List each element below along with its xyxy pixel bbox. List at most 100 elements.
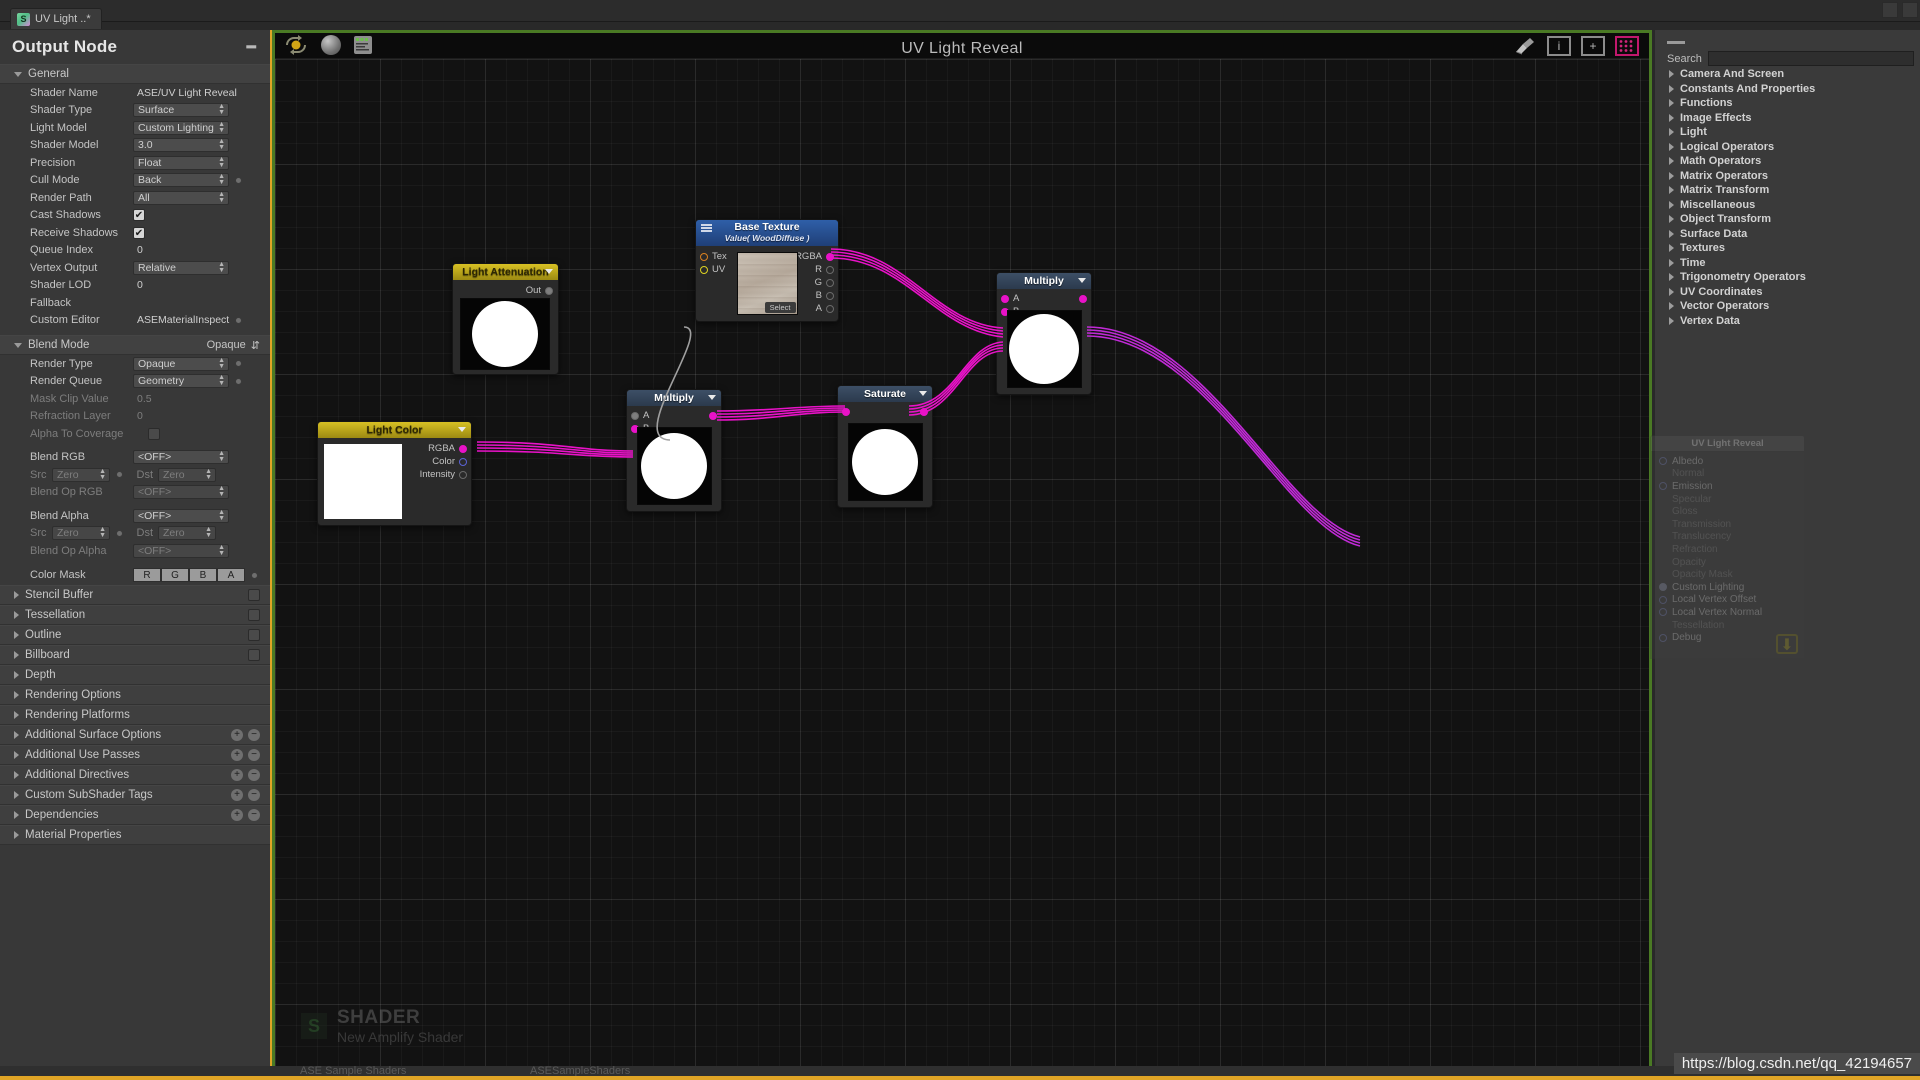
master-port-emission[interactable]: Emission bbox=[1651, 480, 1804, 493]
remove-icon[interactable]: − bbox=[248, 808, 260, 821]
port-pin[interactable] bbox=[709, 411, 717, 420]
port-intensity[interactable]: Intensity bbox=[391, 468, 467, 481]
port-pin[interactable] bbox=[700, 265, 708, 274]
port-pin[interactable] bbox=[1659, 482, 1667, 491]
port-pin[interactable] bbox=[1659, 621, 1667, 629]
node-base-texture[interactable]: Base Texture Value( WoodDiffuse ) Tex UV bbox=[695, 219, 839, 322]
palette-item-math-operators[interactable]: Math Operators bbox=[1655, 154, 1920, 169]
master-port-local-vertex-offset[interactable]: Local Vertex Offset bbox=[1651, 594, 1804, 607]
palette-item-vertex-data[interactable]: Vertex Data bbox=[1655, 314, 1920, 329]
port-pin[interactable] bbox=[1659, 571, 1667, 579]
port-pin[interactable] bbox=[459, 444, 467, 453]
master-port-refraction[interactable]: Refraction bbox=[1651, 543, 1804, 556]
node-multiply-1[interactable]: Multiply A B bbox=[626, 389, 722, 512]
palette-item-matrix-operators[interactable]: Matrix Operators bbox=[1655, 169, 1920, 184]
palette-item-image-effects[interactable]: Image Effects bbox=[1655, 111, 1920, 126]
queue-index-field[interactable]: 0 bbox=[133, 243, 243, 257]
palette-item-camera-and-screen[interactable]: Camera And Screen bbox=[1655, 67, 1920, 82]
master-port-tessellation[interactable]: Tessellation bbox=[1651, 619, 1804, 632]
port-rgba[interactable]: RGBA bbox=[391, 442, 467, 455]
row-fallback[interactable]: Fallback bbox=[0, 294, 270, 312]
shader-type-dropdown[interactable]: Surface ▲ ▼ bbox=[133, 103, 229, 118]
port-pin[interactable] bbox=[700, 252, 708, 261]
port-a[interactable]: A bbox=[1001, 292, 1019, 305]
palette-item-logical-operators[interactable]: Logical Operators bbox=[1655, 140, 1920, 155]
port-pin[interactable] bbox=[826, 252, 834, 261]
port-out[interactable] bbox=[709, 409, 717, 422]
port-pin[interactable] bbox=[1001, 294, 1009, 303]
row-render-queue[interactable]: Render Queue Geometry ▲ ▼ bbox=[0, 373, 270, 391]
render-queue-dropdown[interactable]: Geometry ▲ ▼ bbox=[133, 374, 229, 389]
blend-rgb-dropdown[interactable]: <OFF> ▲ ▼ bbox=[133, 450, 229, 465]
port-in[interactable] bbox=[842, 405, 850, 418]
row-shader-type[interactable]: Shader Type Surface ▲ ▼ bbox=[0, 102, 270, 120]
add-icon[interactable]: + bbox=[231, 748, 243, 761]
section-rendering-options[interactable]: Rendering Options bbox=[0, 684, 270, 705]
row-cull-mode[interactable]: Cull Mode Back ▲ ▼ bbox=[0, 172, 270, 190]
port-pin[interactable] bbox=[1659, 495, 1667, 503]
menu-icon[interactable] bbox=[701, 224, 712, 232]
port-uv[interactable]: UV bbox=[700, 263, 727, 276]
port-tex[interactable]: Tex bbox=[700, 250, 727, 263]
row-light-model[interactable]: Light Model Custom Lighting ▲ ▼ bbox=[0, 119, 270, 137]
add-icon[interactable]: + bbox=[231, 788, 243, 801]
palette-item-textures[interactable]: Textures bbox=[1655, 241, 1920, 256]
blend-alpha-dropdown[interactable]: <OFF> ▲ ▼ bbox=[133, 508, 229, 523]
port-toggle-dot[interactable] bbox=[235, 360, 242, 368]
section-stencil-buffer[interactable]: Stencil Buffer bbox=[0, 584, 270, 605]
select-button[interactable]: Select bbox=[764, 302, 796, 313]
node-header[interactable]: Base Texture Value( WoodDiffuse ) bbox=[696, 220, 838, 246]
render-type-dropdown[interactable]: Opaque ▲ ▼ bbox=[133, 356, 229, 371]
master-port-normal[interactable]: Normal bbox=[1651, 468, 1804, 481]
color-mask-a[interactable]: A bbox=[217, 568, 245, 582]
shader-name-field[interactable]: ASE/UV Light Reveal bbox=[133, 86, 243, 100]
receive-shadows-checkbox[interactable]: ✔ bbox=[133, 226, 145, 239]
node-multiply-2[interactable]: Multiply A B bbox=[996, 272, 1092, 395]
remove-icon[interactable]: − bbox=[248, 788, 260, 801]
color-mask-g[interactable]: G bbox=[161, 568, 189, 582]
color-mask-b[interactable]: B bbox=[189, 568, 217, 582]
port-pin[interactable] bbox=[1659, 608, 1667, 617]
port-pin[interactable] bbox=[1079, 294, 1087, 303]
master-port-opacity-mask[interactable]: Opacity Mask bbox=[1651, 568, 1804, 581]
palette-item-uv-coordinates[interactable]: UV Coordinates bbox=[1655, 285, 1920, 300]
blend-mode-value[interactable]: Opaque ⇵ bbox=[207, 339, 260, 352]
master-port-translucency[interactable]: Translucency bbox=[1651, 531, 1804, 544]
palette-item-functions[interactable]: Functions bbox=[1655, 96, 1920, 111]
palette-search-row[interactable]: Search bbox=[1655, 50, 1920, 67]
section-toggle-checkbox[interactable] bbox=[248, 628, 260, 641]
panel-grip-icon[interactable] bbox=[1667, 41, 1685, 44]
section-additional-directives[interactable]: Additional Directives + − bbox=[0, 764, 270, 785]
node-saturate[interactable]: Saturate bbox=[837, 385, 933, 508]
port-pin[interactable] bbox=[1659, 583, 1667, 592]
remove-icon[interactable]: − bbox=[248, 768, 260, 781]
shader-lod-field[interactable]: 0 bbox=[133, 278, 243, 292]
node-header[interactable]: Light Color bbox=[318, 422, 471, 438]
row-blend-alpha[interactable]: Blend Alpha <OFF> ▲ ▼ bbox=[0, 507, 270, 525]
port-pin[interactable] bbox=[826, 265, 834, 274]
port-pin[interactable] bbox=[1659, 558, 1667, 566]
row-precision[interactable]: Precision Float ▲ ▼ bbox=[0, 154, 270, 172]
chevron-down-icon[interactable] bbox=[919, 391, 927, 396]
download-icon[interactable]: ⬇ bbox=[1776, 633, 1798, 654]
node-light-color[interactable]: Light Color RGBA Color Intensity bbox=[317, 421, 472, 526]
light-model-dropdown[interactable]: Custom Lighting ▲ ▼ bbox=[133, 120, 229, 135]
palette-item-matrix-transform[interactable]: Matrix Transform bbox=[1655, 183, 1920, 198]
vertex-output-dropdown[interactable]: Relative ▲ ▼ bbox=[133, 260, 229, 275]
section-toggle-checkbox[interactable] bbox=[248, 608, 260, 621]
chevron-down-icon[interactable] bbox=[708, 395, 716, 400]
master-port-transmission[interactable]: Transmission bbox=[1651, 518, 1804, 531]
port-pin[interactable] bbox=[459, 470, 467, 479]
fallback-field[interactable] bbox=[133, 296, 243, 310]
custom-editor-field[interactable]: ASEMaterialInspect bbox=[133, 313, 229, 327]
add-icon[interactable]: + bbox=[231, 768, 243, 781]
port-toggle-dot[interactable] bbox=[235, 176, 242, 184]
port-color[interactable]: Color bbox=[391, 455, 467, 468]
master-port-opacity[interactable]: Opacity bbox=[1651, 556, 1804, 569]
minus-icon[interactable]: ━ bbox=[247, 40, 256, 55]
port-pin[interactable] bbox=[826, 278, 834, 287]
cast-shadows-checkbox[interactable]: ✔ bbox=[133, 209, 145, 222]
node-header[interactable]: Multiply bbox=[997, 273, 1091, 289]
row-queue-index[interactable]: Queue Index 0 bbox=[0, 242, 270, 260]
port-pin[interactable] bbox=[1659, 520, 1667, 528]
